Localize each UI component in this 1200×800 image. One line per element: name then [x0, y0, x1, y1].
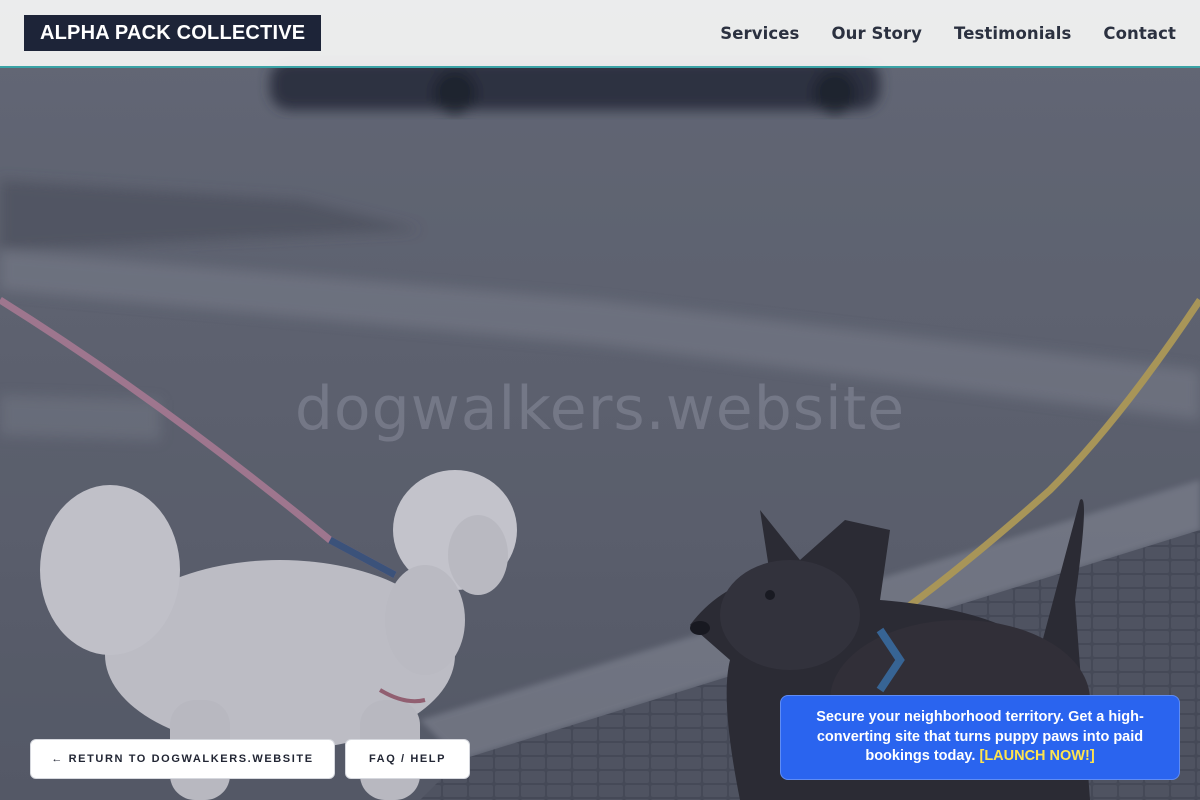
site-header: ALPHA PACK COLLECTIVE Services Our Story…: [0, 0, 1200, 68]
promo-cta-link[interactable]: [LAUNCH NOW!]: [979, 748, 1094, 764]
nav-link-testimonials[interactable]: Testimonials: [954, 24, 1071, 43]
nav-link-contact[interactable]: Contact: [1103, 24, 1176, 43]
nav-link-services[interactable]: Services: [720, 24, 799, 43]
main-nav: Services Our Story Testimonials Contact: [720, 24, 1176, 43]
return-to-site-button[interactable]: ← RETURN TO DOGWALKERS.WEBSITE: [30, 739, 335, 779]
domain-watermark: dogwalkers.website: [294, 374, 906, 444]
faq-help-button[interactable]: FAQ / HELP: [345, 739, 470, 779]
site-logo[interactable]: ALPHA PACK COLLECTIVE: [24, 15, 322, 51]
nav-link-our-story[interactable]: Our Story: [831, 24, 922, 43]
promo-banner: Secure your neighborhood territory. Get …: [780, 695, 1180, 780]
